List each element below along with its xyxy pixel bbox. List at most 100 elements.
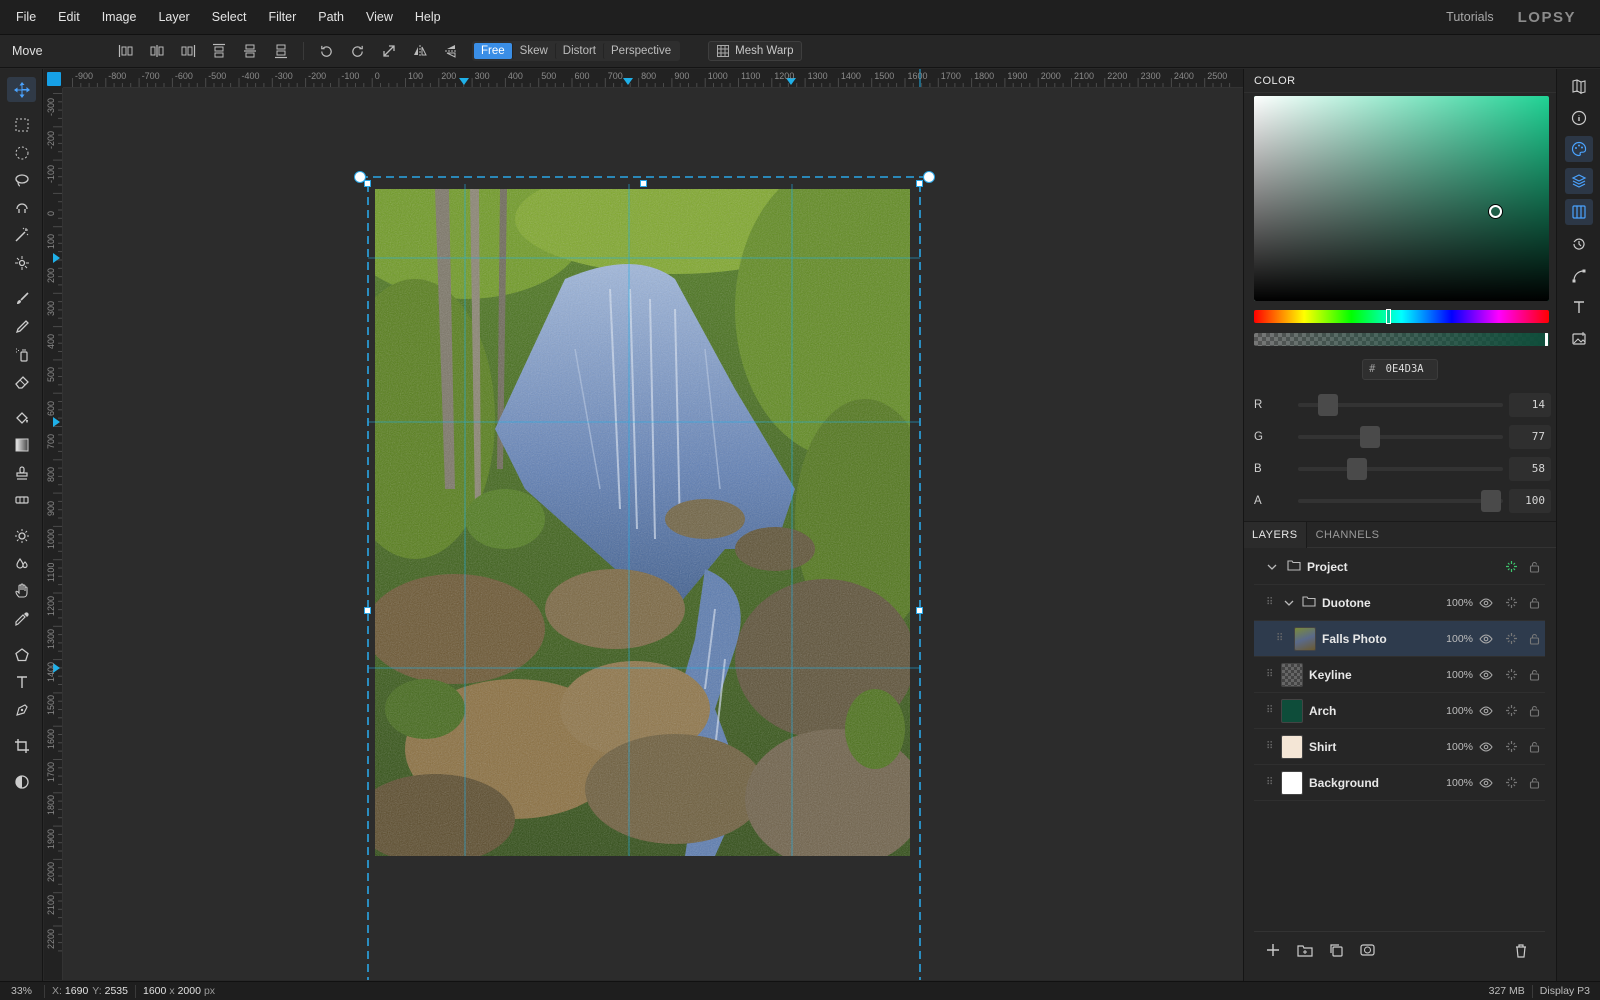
menu-edit[interactable]: Edit xyxy=(47,10,91,24)
zoom-level[interactable]: 33% xyxy=(0,985,44,997)
vertical-ruler[interactable]: -300 -200 -100 0 100 200 300 400 500 600 700 800 900… xyxy=(44,88,63,980)
transform-handle-top-left[interactable] xyxy=(364,180,371,187)
brush-tool[interactable] xyxy=(7,286,36,311)
blue-slider[interactable] xyxy=(1298,458,1503,480)
lock-icon[interactable] xyxy=(1525,630,1543,648)
paths-icon[interactable] xyxy=(1565,263,1593,289)
menu-filter[interactable]: Filter xyxy=(257,10,307,24)
menu-view[interactable]: View xyxy=(355,10,404,24)
menu-file[interactable]: File xyxy=(0,10,47,24)
history-icon[interactable] xyxy=(1565,231,1593,257)
menu-layer[interactable]: Layer xyxy=(147,10,200,24)
lock-icon[interactable] xyxy=(1525,774,1543,792)
layer-opacity[interactable]: 100% xyxy=(1446,633,1473,645)
visibility-eye-icon[interactable] xyxy=(1477,702,1495,720)
layer-effects-icon[interactable] xyxy=(1502,630,1520,648)
transform-rotate-handle-top-right[interactable] xyxy=(923,171,935,183)
alpha-value[interactable]: 100 xyxy=(1509,489,1551,513)
align-center-horizontal-icon[interactable] xyxy=(141,39,172,64)
expand-chevron-icon[interactable] xyxy=(1284,596,1298,610)
transform-handle-top-right[interactable] xyxy=(916,180,923,187)
layer-opacity[interactable]: 100% xyxy=(1446,705,1473,717)
ellipse-marquee-tool[interactable] xyxy=(7,140,36,165)
rotate-ccw-icon[interactable] xyxy=(311,39,342,64)
layer-effects-icon[interactable] xyxy=(1502,702,1520,720)
drag-handle-icon[interactable]: ⠿ xyxy=(1266,777,1278,788)
lock-icon[interactable] xyxy=(1525,558,1543,576)
mask-icon[interactable] xyxy=(1360,943,1375,960)
visibility-eye-icon[interactable] xyxy=(1477,774,1495,792)
ruler-origin[interactable] xyxy=(44,69,63,88)
navigator-icon[interactable] xyxy=(1565,73,1593,99)
magic-wand-tool[interactable] xyxy=(7,222,36,247)
alpha-slider[interactable] xyxy=(1254,333,1549,346)
drag-handle-icon[interactable]: ⠿ xyxy=(1266,669,1278,680)
lock-icon[interactable] xyxy=(1525,738,1543,756)
align-bottom-icon[interactable] xyxy=(265,39,296,64)
visibility-eye-icon[interactable] xyxy=(1477,594,1495,612)
rectangle-marquee-tool[interactable] xyxy=(7,112,36,137)
blue-value[interactable]: 58 xyxy=(1509,457,1551,481)
drag-handle-icon[interactable]: ⠿ xyxy=(1266,705,1278,716)
quick-select-tool[interactable] xyxy=(7,250,36,275)
layer-row-duotone[interactable]: ⠿ Duotone 100% xyxy=(1254,585,1545,621)
info-icon[interactable] xyxy=(1565,105,1593,131)
align-top-icon[interactable] xyxy=(203,39,234,64)
lock-icon[interactable] xyxy=(1525,702,1543,720)
layer-effects-icon[interactable] xyxy=(1502,738,1520,756)
color-palette-icon[interactable] xyxy=(1565,136,1593,162)
red-slider[interactable] xyxy=(1298,394,1503,416)
layer-row-keyline[interactable]: ⠿ Keyline 100% xyxy=(1254,657,1545,693)
layer-opacity[interactable]: 100% xyxy=(1446,669,1473,681)
pen-tool[interactable] xyxy=(7,697,36,722)
transform-handle-top-center[interactable] xyxy=(640,180,647,187)
text-tool[interactable] xyxy=(7,669,36,694)
mesh-warp-button[interactable]: Mesh Warp xyxy=(708,41,803,61)
fill-tool[interactable] xyxy=(7,405,36,430)
magnetic-lasso-tool[interactable] xyxy=(7,195,36,220)
canvas-area[interactable] xyxy=(63,88,1243,980)
menu-image[interactable]: Image xyxy=(91,10,148,24)
transform-handle-middle-left[interactable] xyxy=(364,607,371,614)
alpha-channel-slider-thumb[interactable] xyxy=(1481,490,1501,512)
blue-slider-thumb[interactable] xyxy=(1347,458,1367,480)
layer-effects-icon[interactable] xyxy=(1502,594,1520,612)
green-value[interactable]: 77 xyxy=(1509,425,1551,449)
spray-tool[interactable] xyxy=(7,341,36,366)
tab-channels[interactable]: CHANNELS xyxy=(1307,522,1389,548)
tab-layers[interactable]: LAYERS xyxy=(1244,521,1307,548)
character-text-icon[interactable] xyxy=(1565,294,1593,320)
hex-input[interactable]: # 0E4D3A xyxy=(1362,359,1438,380)
layer-row-background[interactable]: ⠿ Background 100% xyxy=(1254,765,1545,801)
flip-horizontal-icon[interactable] xyxy=(404,39,435,64)
polygon-tool[interactable] xyxy=(7,642,36,667)
lock-icon[interactable] xyxy=(1525,594,1543,612)
expand-icon[interactable] xyxy=(373,39,404,64)
visibility-eye-icon[interactable] xyxy=(1477,738,1495,756)
mode-distort[interactable]: Distort xyxy=(554,43,603,59)
layer-opacity[interactable]: 100% xyxy=(1446,741,1473,753)
hue-slider[interactable] xyxy=(1254,309,1549,324)
alpha-slider-thumb[interactable] xyxy=(1545,333,1548,346)
delete-layer-icon[interactable] xyxy=(1514,943,1528,961)
menu-select[interactable]: Select xyxy=(201,10,258,24)
dodge-tool[interactable] xyxy=(7,523,36,548)
layer-opacity[interactable]: 100% xyxy=(1446,597,1473,609)
expand-chevron-icon[interactable] xyxy=(1267,560,1281,574)
new-folder-icon[interactable] xyxy=(1297,943,1313,960)
blur-tool[interactable] xyxy=(7,551,36,576)
layer-row-project[interactable]: Project xyxy=(1254,549,1545,585)
green-slider-thumb[interactable] xyxy=(1360,426,1380,448)
layer-effects-icon[interactable] xyxy=(1502,774,1520,792)
flip-vertical-icon[interactable] xyxy=(435,39,466,64)
patch-tool[interactable] xyxy=(7,487,36,512)
duplicate-icon[interactable] xyxy=(1329,943,1344,961)
mode-skew[interactable]: Skew xyxy=(511,43,555,59)
eraser-tool[interactable] xyxy=(7,369,36,394)
hue-slider-thumb[interactable] xyxy=(1386,309,1391,324)
red-value[interactable]: 14 xyxy=(1509,393,1551,417)
color-picker-cursor[interactable] xyxy=(1489,205,1502,218)
horizontal-ruler[interactable]: -900 -800 -700 -600 -500 -400 -300 -200 -100 0 100… xyxy=(63,69,1243,88)
align-right-icon[interactable] xyxy=(172,39,203,64)
add-layer-icon[interactable] xyxy=(1266,943,1280,960)
